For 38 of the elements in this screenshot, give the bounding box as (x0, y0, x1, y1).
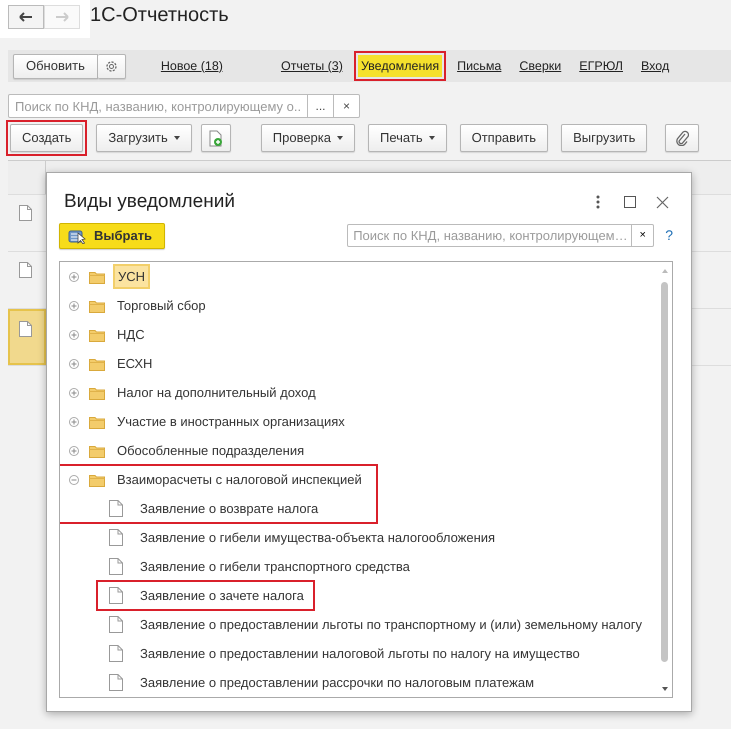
toolbar-button[interactable]: Проверка (260, 124, 355, 152)
window-title: 1С-Отчетность (90, 3, 229, 25)
tab[interactable]: Уведомления (358, 54, 442, 78)
tree-item[interactable]: Взаиморасчеты с налоговой инспекцией (113, 468, 366, 492)
tab[interactable]: Вход (638, 54, 672, 78)
refresh-button[interactable]: Обновить (13, 54, 98, 78)
toolbar-button[interactable]: Загрузить (96, 124, 192, 152)
tree-item[interactable]: Заявление о зачете налога (136, 584, 308, 608)
choose-button[interactable]: ... (308, 94, 334, 118)
dialog-title: Виды уведомлений (64, 190, 236, 214)
tree-item[interactable]: Заявление о гибели имущества-объекта налогообложения (136, 526, 500, 550)
tree-item[interactable]: Заявление о предоставлении рассрочки по налоговым платежам (136, 670, 538, 694)
tab[interactable]: Письма (454, 54, 504, 78)
clear-button[interactable]: × (334, 94, 360, 118)
toolbar-button[interactable]: Выгрузить (561, 124, 648, 152)
tree-item[interactable]: Заявление о предоставлении льготы по транспортному и (или) земельному налогу (136, 612, 646, 636)
tab[interactable]: Сверки (516, 54, 564, 78)
tree-item[interactable]: Заявление о гибели транспортного средства (136, 554, 414, 578)
tree-item[interactable]: Участие в иностранных организациях (113, 410, 349, 434)
tree-item[interactable]: Торговый сбор (113, 294, 210, 318)
toolbar-button[interactable]: Печать (368, 124, 447, 152)
tree-item[interactable]: Обособленные подразделения (113, 438, 308, 462)
tree-item[interactable]: ЕСХН (113, 352, 156, 376)
toolbar-button[interactable]: Отправить (460, 124, 548, 152)
tree-item[interactable]: Заявление о возврате налога (136, 496, 322, 520)
tab[interactable]: ЕГРЮЛ (576, 54, 626, 78)
tree-item[interactable]: НДС (113, 322, 149, 346)
toolbar-button[interactable]: Создать (10, 124, 84, 152)
tree-item[interactable]: УСН (113, 264, 150, 290)
tree-item[interactable]: Заявление о предоставлении налоговой льготы по налогу на имущество (136, 642, 584, 666)
tree-item[interactable]: Налог на дополнительный доход (113, 380, 320, 404)
search-field[interactable]: Поиск по КНД, названию, контролирующем… (347, 224, 632, 247)
tab[interactable]: Отчеты (3) (278, 54, 346, 78)
search-field[interactable]: Поиск по КНД, названию, контролирующему о... (8, 94, 308, 118)
select-button[interactable]: Выбрать (59, 222, 166, 248)
clear-button[interactable]: × (632, 224, 654, 247)
help-link[interactable]: ? (665, 225, 673, 246)
tab[interactable]: Новое (18) (158, 54, 226, 78)
